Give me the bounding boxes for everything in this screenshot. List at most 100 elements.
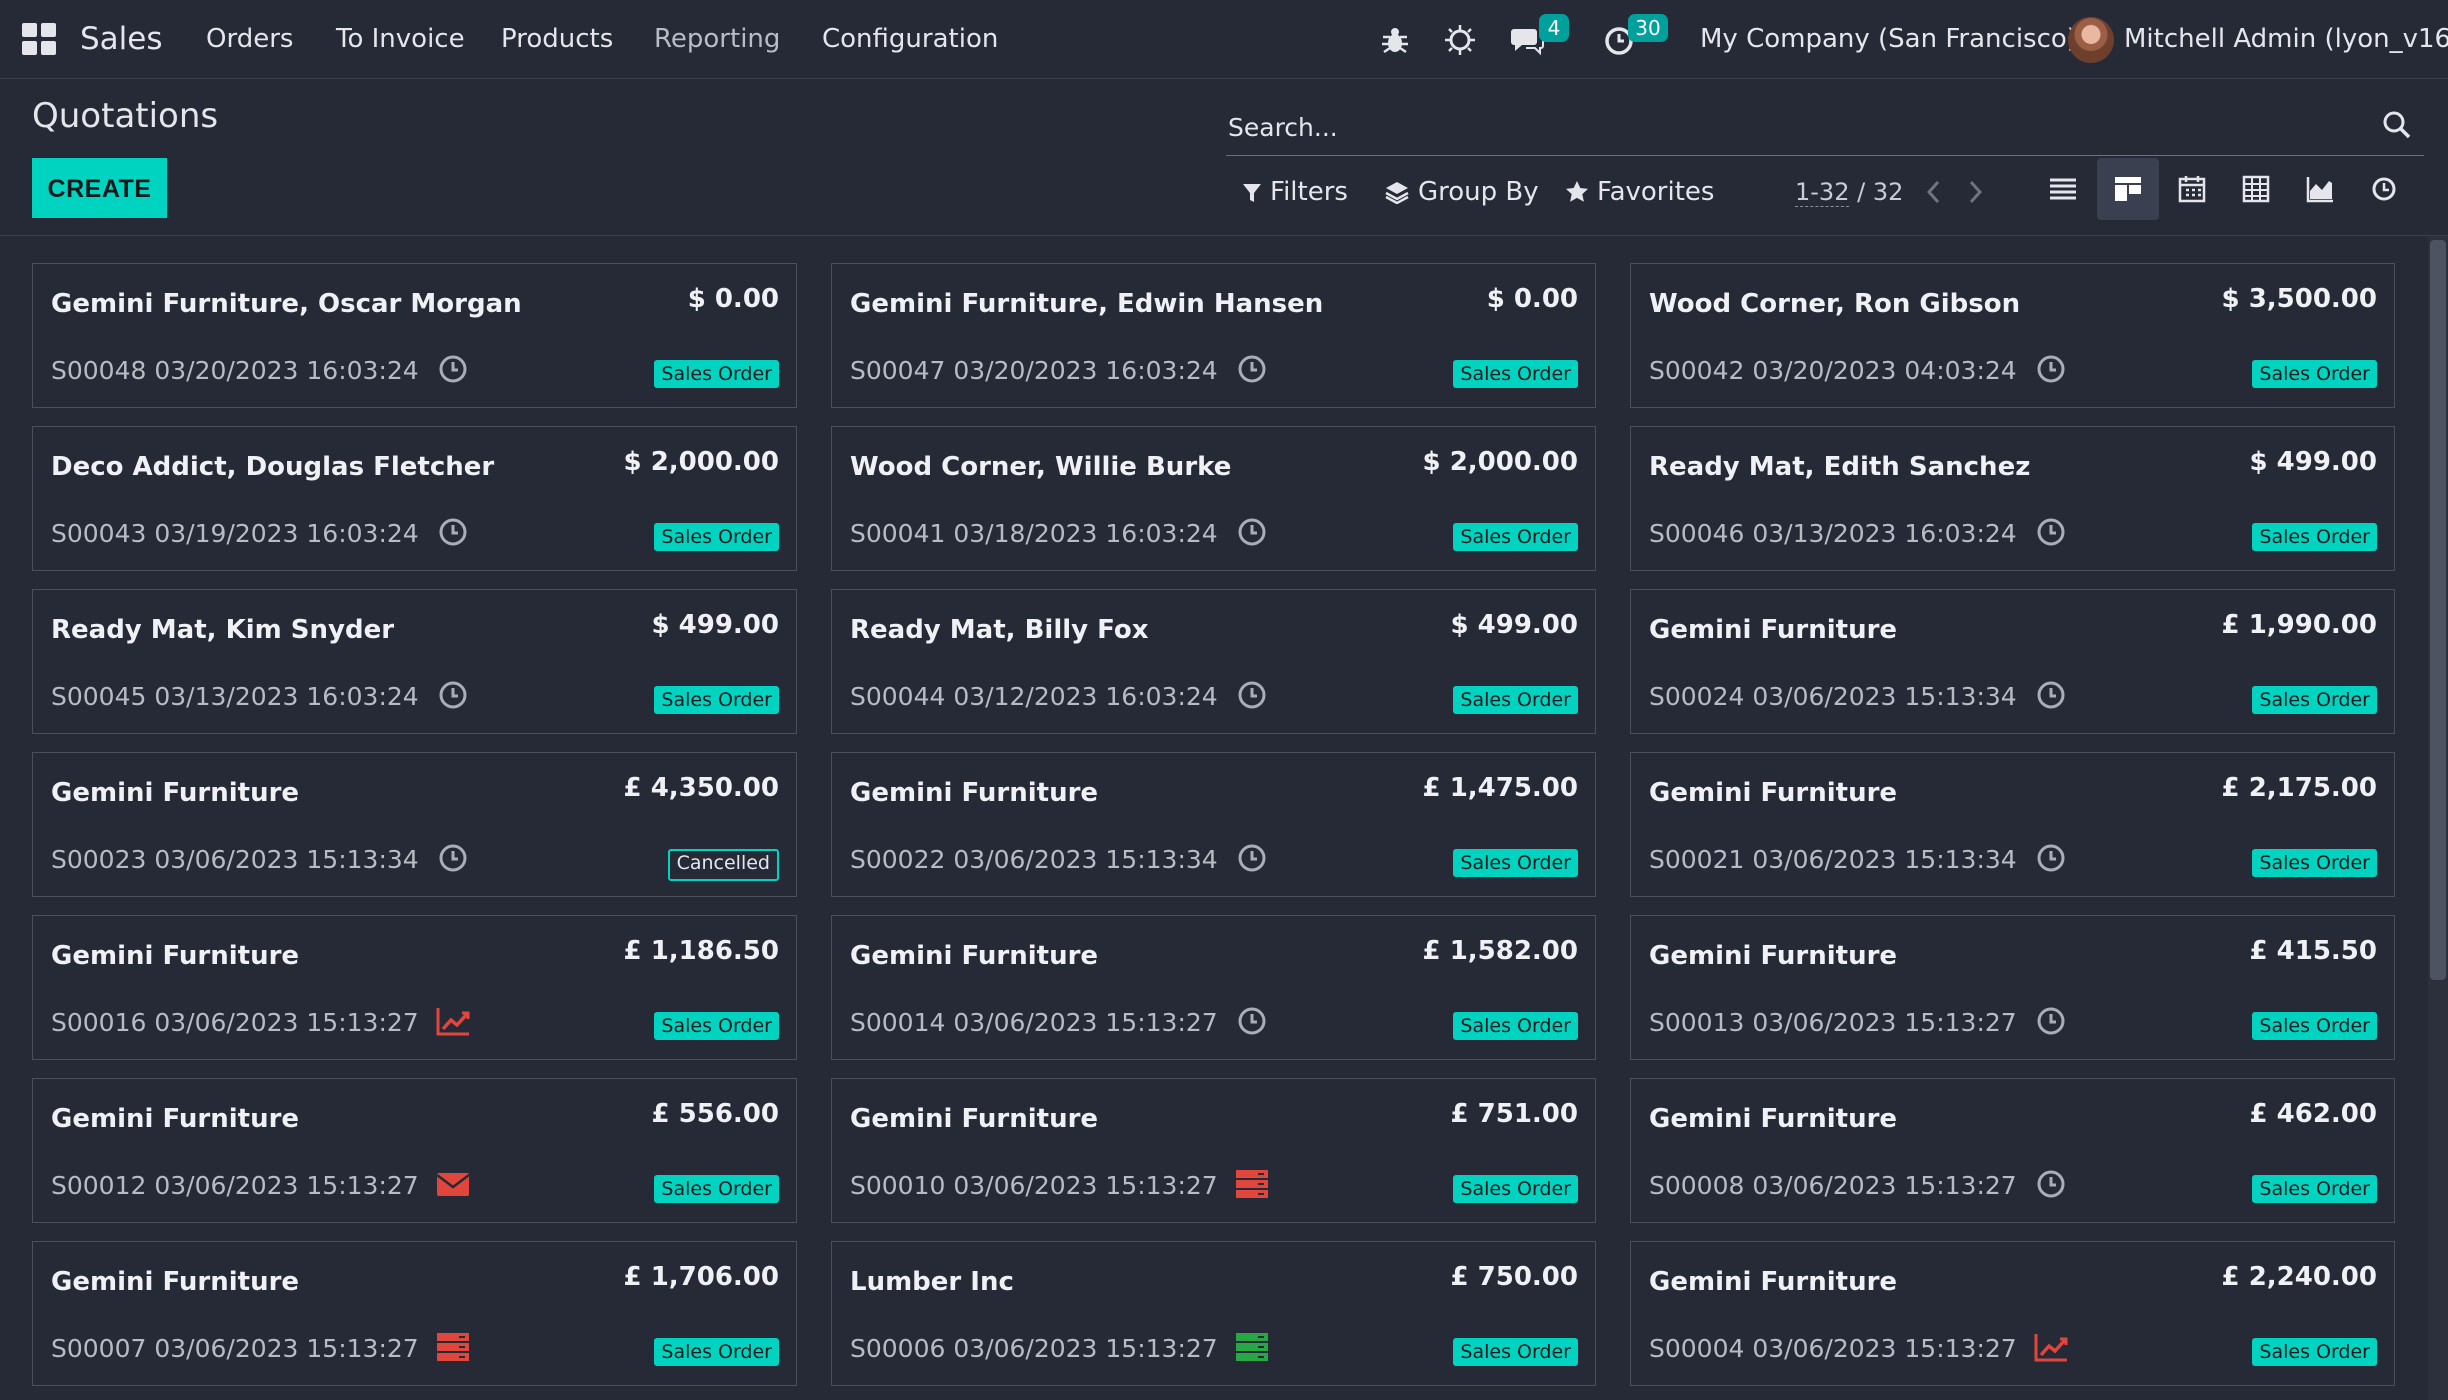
activity-clock-icon[interactable] (2033, 1167, 2069, 1201)
create-button[interactable]: CREATE (32, 158, 167, 218)
card-amount: £ 1,475.00 (1422, 773, 1578, 803)
card-date: 03/13/2023 16:03:24 (154, 682, 419, 711)
company-switcher[interactable]: My Company (San Francisco) (1700, 0, 2077, 79)
quotation-card[interactable]: Ready Mat, Edith Sanchez $ 499.00 S00046 0… (1630, 426, 2395, 571)
user-menu[interactable]: Mitchell Admin (lyon_v16) (2124, 0, 2448, 79)
pivot-view-button[interactable] (2225, 158, 2287, 220)
menu-configuration[interactable]: Configuration (822, 0, 998, 79)
quotation-card[interactable]: Gemini Furniture £ 2,175.00 S00021 03/06/2… (1630, 752, 2395, 897)
list-view-button[interactable] (2032, 158, 2094, 220)
activity-chart-icon[interactable] (2033, 1330, 2069, 1364)
activity-view-button[interactable] (2353, 158, 2415, 220)
kanban-view-icon (2115, 177, 2141, 201)
card-customer: Ready Mat, Edith Sanchez (1649, 452, 2031, 482)
card-reference-date: S00047 03/20/2023 16:03:24 (850, 356, 1218, 385)
activity-clock-icon[interactable] (1234, 678, 1270, 712)
activity-clock-icon[interactable] (2033, 841, 2069, 875)
card-customer: Gemini Furniture (51, 941, 300, 971)
quotation-card[interactable]: Gemini Furniture £ 462.00 S00008 03/06/202… (1630, 1078, 2395, 1223)
status-badge: Sales Order (1453, 523, 1578, 551)
app-menu-icon[interactable] (22, 23, 56, 55)
card-date: 03/06/2023 15:13:27 (953, 1334, 1218, 1363)
quotation-card[interactable]: Ready Mat, Billy Fox $ 499.00 S00044 03/12… (831, 589, 1596, 734)
quotation-card[interactable]: Wood Corner, Willie Burke $ 2,000.00 S0004… (831, 426, 1596, 571)
activity-clock-icon[interactable] (1234, 1004, 1270, 1038)
activity-email-icon[interactable] (435, 1167, 471, 1201)
activity-clock-icon[interactable] (435, 841, 471, 875)
menu-reporting[interactable]: Reporting (654, 0, 780, 79)
activity-clock-icon[interactable] (1234, 352, 1270, 386)
activity-clock-icon[interactable] (435, 352, 471, 386)
activity-clock-icon[interactable] (2033, 678, 2069, 712)
activity-clock-icon[interactable] (1234, 515, 1270, 549)
activity-clock-icon[interactable] (2033, 352, 2069, 386)
activity-clock-icon[interactable] (2033, 1004, 2069, 1038)
status-badge: Sales Order (2252, 1175, 2377, 1203)
chevron-left-icon[interactable] (1919, 174, 1949, 210)
card-customer: Gemini Furniture (850, 1104, 1099, 1134)
activity-server-icon[interactable] (435, 1330, 471, 1364)
quotation-card[interactable]: Wood Corner, Ron Gibson $ 3,500.00 S00042 … (1630, 263, 2395, 408)
quotation-card[interactable]: Gemini Furniture £ 1,582.00 S00014 03/06/2… (831, 915, 1596, 1060)
scrollbar-thumb[interactable] (2430, 240, 2446, 980)
quotation-card[interactable]: Gemini Furniture £ 1,475.00 S00022 03/06/2… (831, 752, 1596, 897)
activity-clock-icon[interactable] (2033, 515, 2069, 549)
card-reference: S00047 (850, 356, 946, 385)
card-date: 03/06/2023 15:13:34 (1752, 845, 2017, 874)
quotation-card[interactable]: Gemini Furniture, Edwin Hansen $ 0.00 S000… (831, 263, 1596, 408)
card-amount: $ 2,000.00 (1422, 447, 1578, 477)
search-icon[interactable] (2382, 110, 2412, 140)
card-reference: S00004 (1649, 1334, 1745, 1363)
quotation-card[interactable]: Gemini Furniture £ 415.50 S00013 03/06/202… (1630, 915, 2395, 1060)
filters-dropdown[interactable]: Filters (1242, 172, 1348, 212)
graph-view-button[interactable] (2289, 158, 2351, 220)
card-amount: £ 1,990.00 (2221, 610, 2377, 640)
menu-to-invoice[interactable]: To Invoice (336, 0, 465, 79)
debug-bug-icon[interactable] (1378, 23, 1412, 57)
kanban-view-button[interactable] (2097, 158, 2159, 220)
status-badge: Sales Order (654, 686, 779, 714)
calendar-view-button[interactable] (2161, 158, 2223, 220)
quotation-card[interactable]: Gemini Furniture £ 4,350.00 S00023 03/06/2… (32, 752, 797, 897)
app-brand[interactable]: Sales (80, 0, 163, 79)
card-reference-date: S00023 03/06/2023 15:13:34 (51, 845, 419, 874)
quotation-card[interactable]: Ready Mat, Kim Snyder $ 499.00 S00045 03/1… (32, 589, 797, 734)
card-date: 03/18/2023 16:03:24 (953, 519, 1218, 548)
card-amount: $ 499.00 (1450, 610, 1578, 640)
user-avatar[interactable] (2068, 17, 2114, 63)
quotation-card[interactable]: Gemini Furniture £ 556.00 S00012 03/06/202… (32, 1078, 797, 1223)
status-badge: Sales Order (1453, 686, 1578, 714)
card-customer: Gemini Furniture (1649, 1267, 1898, 1297)
pager-value[interactable]: 1-32 (1795, 178, 1850, 207)
search-input[interactable] (1226, 106, 2330, 148)
quotation-card[interactable]: Gemini Furniture £ 1,706.00 S00007 03/06/2… (32, 1241, 797, 1386)
quotation-card[interactable]: Gemini Furniture £ 751.00 S00010 03/06/202… (831, 1078, 1596, 1223)
groupby-dropdown[interactable]: Group By (1384, 172, 1539, 212)
card-customer: Gemini Furniture, Oscar Morgan (51, 289, 522, 319)
graph-view-icon (2306, 177, 2333, 203)
card-customer: Ready Mat, Kim Snyder (51, 615, 395, 645)
quotation-card[interactable]: Lumber Inc £ 750.00 S00006 03/06/2023 15:1… (831, 1241, 1596, 1386)
card-amount: $ 499.00 (651, 610, 779, 640)
activity-clock-icon[interactable] (1234, 841, 1270, 875)
quotation-card[interactable]: Gemini Furniture, Oscar Morgan $ 0.00 S000… (32, 263, 797, 408)
quotation-card[interactable]: Gemini Furniture £ 1,186.50 S00016 03/06/2… (32, 915, 797, 1060)
menu-orders[interactable]: Orders (206, 0, 293, 79)
quotation-card[interactable]: Deco Addict, Douglas Fletcher $ 2,000.00 S… (32, 426, 797, 571)
activity-clock-icon[interactable] (435, 515, 471, 549)
card-reference: S00046 (1649, 519, 1745, 548)
activity-server-icon[interactable] (1234, 1330, 1270, 1364)
activity-chart-icon[interactable] (435, 1004, 471, 1038)
theme-toggle-icon[interactable] (1443, 23, 1477, 57)
favorites-dropdown[interactable]: Favorites (1565, 172, 1714, 212)
pager: 1-32 / 32 (1795, 172, 1903, 212)
card-customer: Gemini Furniture (51, 1267, 300, 1297)
menu-products[interactable]: Products (501, 0, 613, 79)
activity-server-icon[interactable] (1234, 1167, 1270, 1201)
quotation-card[interactable]: Gemini Furniture £ 1,990.00 S00024 03/06/2… (1630, 589, 2395, 734)
chevron-right-icon[interactable] (1960, 174, 1990, 210)
status-badge: Sales Order (1453, 849, 1578, 877)
activity-clock-icon[interactable] (435, 678, 471, 712)
quotation-card[interactable]: Gemini Furniture £ 2,240.00 S00004 03/06/2… (1630, 1241, 2395, 1386)
card-amount: $ 0.00 (687, 284, 779, 314)
